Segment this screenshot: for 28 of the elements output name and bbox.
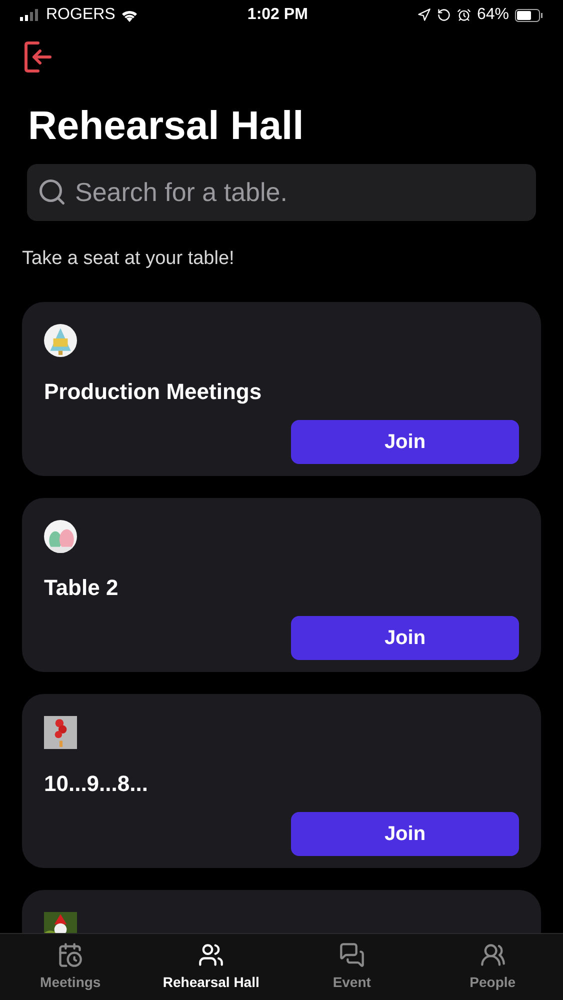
search-icon [37, 177, 67, 207]
group-icon [198, 942, 224, 968]
join-button[interactable]: Join [291, 420, 519, 464]
search-field[interactable]: Search for a table. [27, 164, 536, 221]
chat-icon [338, 942, 365, 968]
wifi-icon [121, 8, 138, 22]
table-name: Table 2 [44, 574, 120, 602]
signal-icon [20, 9, 40, 21]
table-name: Production Meetings [44, 378, 263, 406]
exit-button[interactable] [24, 40, 54, 74]
calendar-icon [57, 942, 84, 968]
battery-percent: 64% [476, 5, 509, 25]
tab[interactable]: Meetings [0, 934, 141, 1000]
alarm-icon [456, 8, 471, 22]
page-title: Rehearsal Hall [27, 103, 305, 150]
join-button[interactable]: Join [291, 616, 519, 660]
exit-icon [24, 40, 52, 74]
subtitle: Take a seat at your table! [21, 247, 236, 271]
table-name: 10...9...8... [44, 770, 149, 798]
tab[interactable]: Event [282, 934, 422, 1000]
status-time: 1:02 PM [247, 5, 308, 25]
tab[interactable]: People [422, 934, 563, 1000]
location-icon [416, 8, 431, 22]
join-button[interactable]: Join [291, 812, 519, 856]
people-icon [480, 942, 506, 968]
battery-icon [515, 8, 543, 22]
tab[interactable]: Rehearsal Hall [140, 934, 282, 1000]
carrier-name: ROGERS [46, 5, 116, 25]
